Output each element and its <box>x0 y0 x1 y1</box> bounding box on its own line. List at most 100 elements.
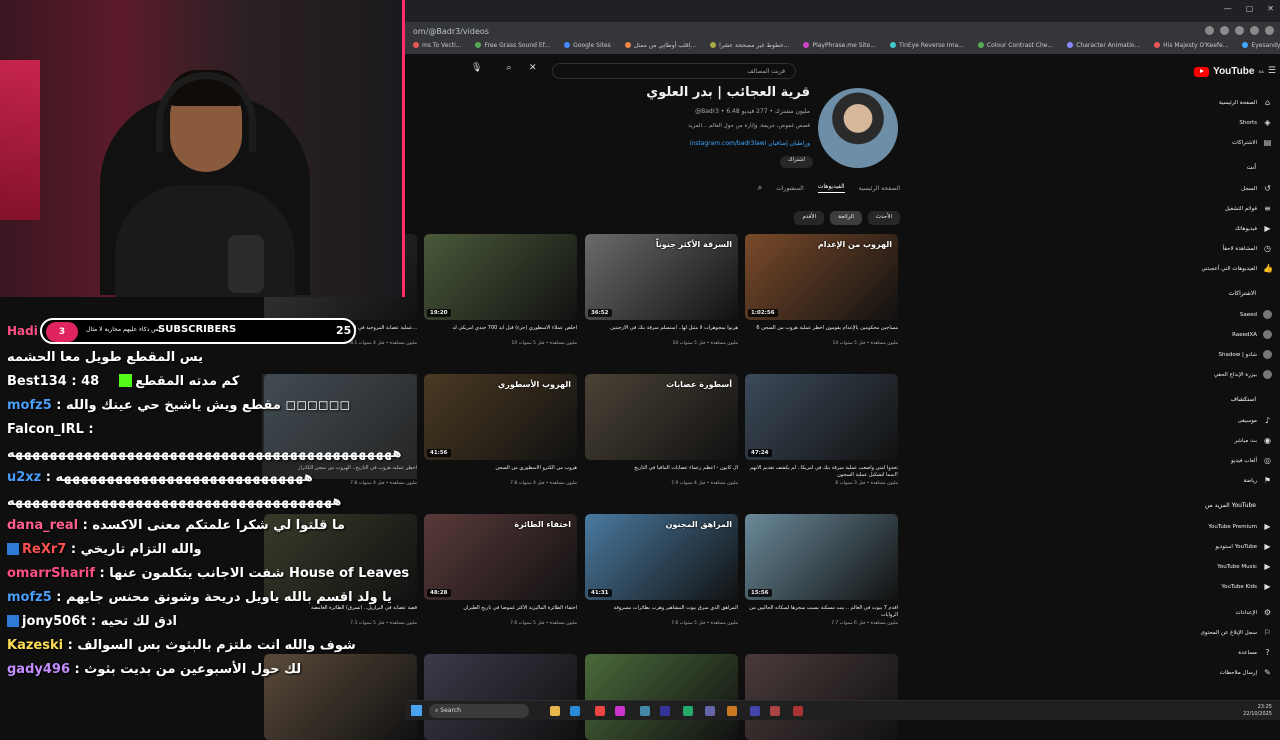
app-icon[interactable] <box>683 706 693 716</box>
bookmark-item[interactable]: ms To Vecti... <box>413 42 461 52</box>
sidebar-item[interactable]: الإعدادات ⚙ <box>1235 608 1272 617</box>
video-title[interactable]: أقدم 7 بيوت في العالم .. بيت مسكنة بسبب … <box>745 605 898 619</box>
video-thumbnail[interactable]: الهروب الأسطوري 41:56 <box>424 374 577 460</box>
bookmark-item[interactable]: Eyesandy - Visual Te... <box>1242 42 1280 52</box>
video-thumbnail[interactable]: السرقة الأكثر جنوناً 36:52 <box>585 234 738 320</box>
sidebar-item[interactable]: YouTube Kids ▶ <box>1221 582 1272 591</box>
start-icon[interactable] <box>411 705 422 716</box>
browser-icon[interactable] <box>595 706 605 716</box>
app-icon[interactable] <box>615 706 625 716</box>
video-title[interactable]: اختفاء الطائرة الماليزية الأكثر غموضاً ف… <box>424 605 577 619</box>
bookmark-item[interactable]: TinEye Reverse Ima... <box>889 42 964 52</box>
search-icon[interactable]: ⌕ <box>500 63 518 79</box>
sidebar-item[interactable]: مساعدة? <box>1238 648 1272 657</box>
video-thumbnail[interactable]: المراهق المجنون 41:31 <box>585 514 738 600</box>
tab-posts[interactable]: المنشورات <box>776 185 803 192</box>
extension-icon[interactable] <box>1220 26 1229 35</box>
app-icon[interactable] <box>727 706 737 716</box>
clear-search-icon[interactable]: ✕ <box>529 63 537 73</box>
video-title[interactable]: 6 مساجين محكومين بالإعدام يقومون أخطر عم… <box>745 325 898 339</box>
sidebar-item[interactable]: الاشتراكات ▤ <box>1232 138 1272 147</box>
video-title[interactable]: المراهق الذي سرق بيوت المشاهير وهرب بطائ… <box>585 605 738 619</box>
extension-icon[interactable] <box>1205 26 1214 35</box>
chip-latest[interactable]: الأحدث <box>867 211 900 225</box>
guide-menu-icon[interactable]: ☰ <box>1268 66 1276 76</box>
search-input[interactable]: قريت المصالف <box>552 63 796 79</box>
app-icon[interactable] <box>660 706 670 716</box>
subscribe-button[interactable]: اشتراك <box>780 156 813 168</box>
video-thumbnail[interactable]: 15:56 <box>745 514 898 600</box>
minimize-icon[interactable]: — <box>1224 4 1232 13</box>
bookmark-item[interactable]: اِقتَب أوطانِي من ممثل... <box>624 42 696 52</box>
sidebar-subscriptions-header[interactable]: الاشتراكات <box>1229 290 1256 297</box>
microphone-icon[interactable]: 🎙 <box>471 63 482 73</box>
sidebar-item[interactable]: Shorts ◈ <box>1239 118 1272 127</box>
bookmark-item[interactable]: His Majesty O'Keefe... <box>1154 42 1228 52</box>
sidebar-item[interactable]: إرسال ملاحظات ✎ <box>1220 668 1272 677</box>
sidebar-item[interactable]: بث مباشر ◉ <box>1234 436 1272 445</box>
tab-home[interactable]: الصفحة الرئيسية <box>859 185 900 192</box>
vscode-icon[interactable] <box>570 706 580 716</box>
bookmark-item[interactable]: Free Grass Sound Ef... <box>475 42 550 52</box>
channel-description[interactable]: قصص غموض، جريمة، وإثارة من حول العالم ..… <box>688 123 810 129</box>
channel-link[interactable]: instagram.com/badr3lawi وراطبان إضافيان <box>690 140 810 147</box>
sidebar-item[interactable]: YouTube Premium ▶ <box>1208 522 1272 531</box>
sidebar-item[interactable]: قوائم التشغيل ≡ <box>1225 204 1272 213</box>
taskbar-search[interactable]: ⌕ Search <box>429 704 529 718</box>
extension-icon[interactable] <box>1235 26 1244 35</box>
sidebar-item[interactable]: الصفحة الرئيسية ⌂ <box>1219 98 1272 107</box>
bookmark-item[interactable]: Colour Contrast Che... <box>977 42 1053 52</box>
video-thumbnail[interactable] <box>585 654 738 740</box>
video-thumbnail[interactable]: اختفاء الطائرة 48:28 <box>424 514 577 600</box>
menu-icon[interactable] <box>1265 26 1274 35</box>
app-icon[interactable] <box>750 706 760 716</box>
sidebar-explore-header[interactable]: استكشاف <box>1231 396 1256 403</box>
bookmark-item[interactable]: Google Sites <box>564 42 611 52</box>
video-title[interactable]: تحدوا أمني وأصعب عملية سرقة بنك في أمريك… <box>745 465 898 479</box>
video-thumbnail[interactable] <box>424 654 577 740</box>
chip-popular[interactable]: الرائجة <box>830 211 862 225</box>
video-thumbnail[interactable]: الهروب من الإعدام 1:02:56 <box>745 234 898 320</box>
sidebar-item[interactable]: المشاهدة لاحقاً ◷ <box>1223 244 1272 253</box>
video-thumbnail[interactable] <box>745 654 898 740</box>
sidebar-more-header[interactable]: المزيد من YouTube <box>1205 502 1256 509</box>
system-clock[interactable]: 23:25 22/10/2025 <box>1243 704 1272 718</box>
app-icon[interactable] <box>640 706 650 716</box>
chip-oldest[interactable]: الأقدم <box>794 211 825 225</box>
sidebar-item[interactable]: رياضة ⚑ <box>1244 476 1272 485</box>
video-thumbnail[interactable]: 19:20 <box>424 234 577 320</box>
sidebar-item[interactable]: استوديو YouTube ▶ <box>1215 542 1272 551</box>
bookmark-item[interactable]: خطوط غير مصححة عشرا... <box>710 42 789 52</box>
sidebar-item[interactable]: سجل الإبلاغ عن المحتوى ⚐ <box>1200 628 1272 637</box>
maximize-icon[interactable]: ▢ <box>1246 4 1254 13</box>
profile-icon[interactable] <box>1250 26 1259 35</box>
video-thumbnail[interactable]: أسطورة عصابات <box>585 374 738 460</box>
video-thumbnail[interactable]: 47:24 <box>745 374 898 460</box>
tab-videos[interactable]: الفيديوهات <box>817 183 845 193</box>
sidebar-item[interactable]: الفيديوهات التي أعجبتني 👍 <box>1201 264 1273 273</box>
app-icon[interactable] <box>793 706 803 716</box>
sidebar-item[interactable]: RaeedXA <box>1232 330 1272 339</box>
app-icon[interactable] <box>705 706 715 716</box>
address-bar[interactable]: om/@Badr3/videos <box>405 22 1280 40</box>
bookmark-item[interactable]: PlayPhrase.me Site... <box>803 42 876 52</box>
channel-search-icon[interactable]: ⌕ <box>758 183 762 193</box>
app-icon[interactable] <box>770 706 780 716</box>
bookmark-item[interactable]: Character Animatio... <box>1067 42 1140 52</box>
video-title[interactable]: أخلص عملاء الأسطوري (جزء) قبل أبد 700 جن… <box>424 325 577 339</box>
file-explorer-icon[interactable] <box>550 706 560 716</box>
sidebar-item[interactable]: ألعاب فيديو ◎ <box>1231 456 1272 465</box>
sidebar-item[interactable]: موسيقى ♪ <box>1238 416 1272 425</box>
sidebar-item[interactable]: Saeed <box>1240 310 1272 319</box>
video-title[interactable]: هروب من الكترو الأسطوري من السجن <box>424 465 577 479</box>
close-icon[interactable]: ✕ <box>1267 4 1274 13</box>
sidebar-item[interactable]: بيزرة الإبداع الحقي <box>1214 370 1272 379</box>
video-title[interactable]: آل كابون - أعظم زعماء عصابات المافيا في … <box>585 465 738 479</box>
sidebar-item[interactable]: Shadow | شادو <box>1219 350 1272 359</box>
sidebar-item[interactable]: السجل ↺ <box>1241 184 1272 193</box>
sidebar-item[interactable]: YouTube Music ▶ <box>1217 562 1272 571</box>
sidebar-item[interactable]: فيديوهاتك ▶ <box>1235 224 1272 233</box>
video-title[interactable]: هربوا بمجوهرات لا مثيل لها.. استسلم سرقة… <box>585 325 738 339</box>
youtube-logo[interactable]: YouTube SA <box>1194 66 1264 77</box>
sidebar-you-header[interactable]: أنت <box>1247 164 1256 171</box>
